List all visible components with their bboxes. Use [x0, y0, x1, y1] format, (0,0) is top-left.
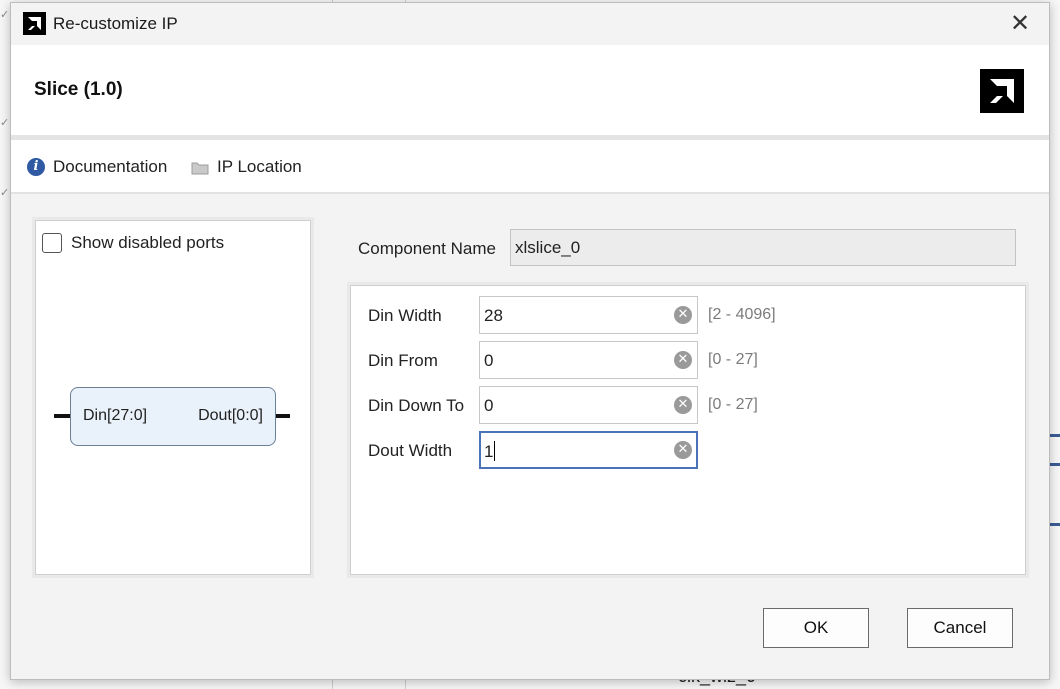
- din-down-to-label: Din Down To: [368, 396, 465, 415]
- symbol-panel: Show disabled ports Din[27:0] Dout[0:0]: [32, 217, 314, 578]
- din-width-range: [2 - 4096]: [708, 306, 776, 323]
- slice-block-symbol: Din[27:0] Dout[0:0]: [70, 387, 276, 446]
- parameters-panel: Din Width 28 ✕ [2 - 4096] Din From 0 ✕ […: [347, 282, 1029, 578]
- dout-width-input[interactable]: 1: [479, 431, 698, 469]
- app-logo-icon: [23, 12, 46, 35]
- din-width-label: Din Width: [368, 306, 442, 325]
- component-name-field[interactable]: xlslice_0: [510, 229, 1016, 266]
- ok-button[interactable]: OK: [763, 608, 869, 648]
- din-from-range: [0 - 27]: [708, 351, 758, 368]
- input-port-label: Din[27:0]: [83, 407, 148, 424]
- bg-check-icon: ✓: [0, 117, 10, 129]
- dout-width-label: Dout Width: [368, 441, 453, 460]
- bg-wire: [1050, 434, 1060, 437]
- dialog-title: Re-customize IP: [53, 14, 178, 33]
- show-disabled-ports-checkbox[interactable]: [42, 233, 62, 253]
- show-disabled-ports-label: Show disabled ports: [71, 233, 225, 252]
- text-caret: [494, 441, 496, 461]
- documentation-label: Documentation: [53, 157, 168, 176]
- din-from-label: Din From: [368, 351, 438, 370]
- bg-check-icon: ✓: [0, 9, 10, 21]
- brand-logo-icon: [980, 69, 1024, 113]
- param-row-din-width: Din Width 28 ✕ [2 - 4096]: [351, 296, 1025, 334]
- show-disabled-ports-checkbox-row[interactable]: Show disabled ports: [42, 233, 224, 253]
- folder-icon: [191, 160, 209, 175]
- param-row-din-from: Din From 0 ✕ [0 - 27]: [351, 341, 1025, 379]
- clear-icon[interactable]: ✕: [674, 441, 692, 459]
- bg-wire: [1050, 523, 1060, 526]
- ip-header: Slice (1.0): [11, 45, 1049, 135]
- din-down-to-input[interactable]: 0: [479, 386, 698, 424]
- close-button[interactable]: ✕: [1005, 9, 1035, 39]
- dout-width-value: 1: [484, 442, 494, 461]
- component-name-label: Component Name: [358, 239, 496, 258]
- titlebar[interactable]: Re-customize IP ✕: [11, 3, 1049, 45]
- din-from-input[interactable]: 0: [479, 341, 698, 379]
- param-row-dout-width: Dout Width 1 ✕: [351, 431, 1025, 469]
- param-row-din-down-to: Din Down To 0 ✕ [0 - 27]: [351, 386, 1025, 424]
- clear-icon[interactable]: ✕: [674, 306, 692, 324]
- ip-location-button[interactable]: IP Location: [191, 157, 302, 177]
- cancel-button[interactable]: Cancel: [907, 608, 1013, 648]
- bg-wire: [1050, 463, 1060, 466]
- clear-icon[interactable]: ✕: [674, 396, 692, 414]
- output-port-label: Dout[0:0]: [198, 407, 263, 424]
- din-width-input[interactable]: 28: [479, 296, 698, 334]
- clear-icon[interactable]: ✕: [674, 351, 692, 369]
- documentation-button[interactable]: i Documentation: [27, 157, 167, 177]
- recustomize-ip-dialog: Re-customize IP ✕ Slice (1.0) i Document…: [10, 2, 1050, 680]
- toolbar: i Documentation IP Location: [11, 140, 1049, 194]
- bg-check-icon: ✓: [0, 187, 10, 199]
- din-down-to-range: [0 - 27]: [708, 396, 758, 413]
- ip-title: Slice (1.0): [34, 79, 123, 100]
- info-icon: i: [27, 158, 45, 176]
- output-port-stub: [274, 414, 290, 418]
- close-icon: ✕: [1009, 10, 1031, 37]
- ip-location-label: IP Location: [217, 157, 302, 176]
